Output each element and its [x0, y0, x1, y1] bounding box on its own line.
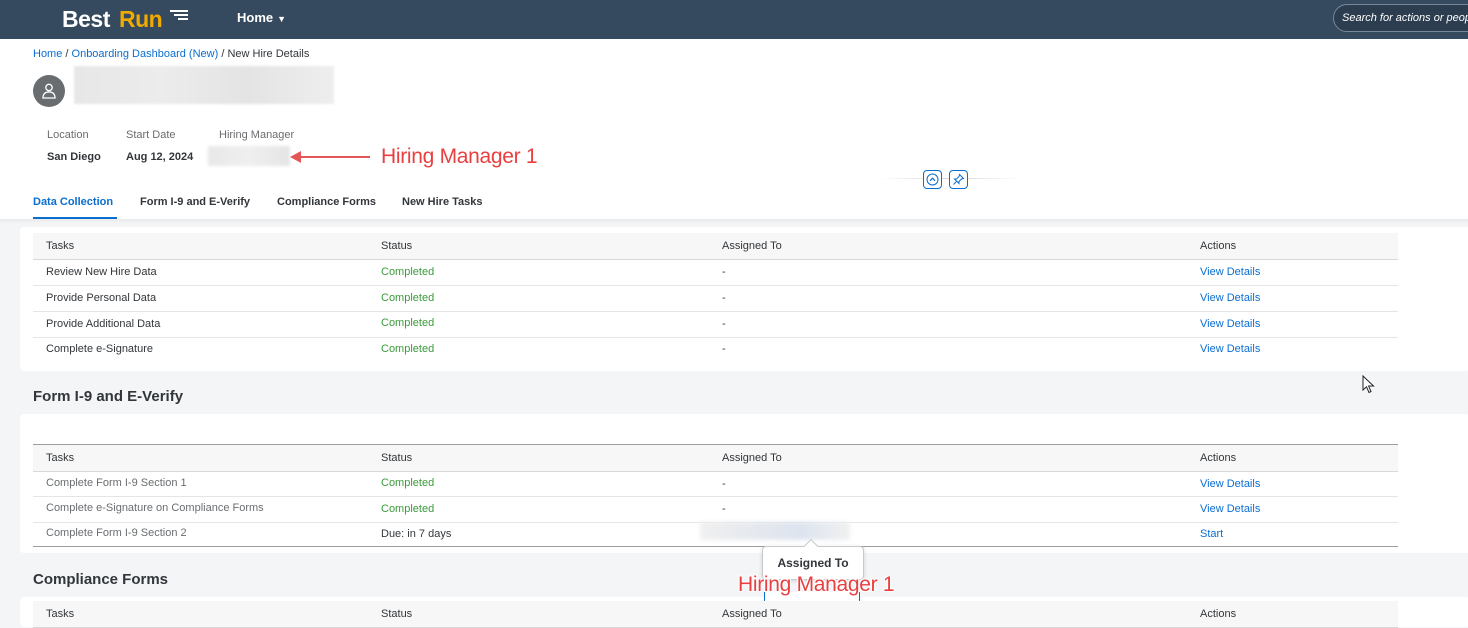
- table-row: Provide Personal Data Completed - View D…: [33, 286, 1398, 312]
- breadcrumb: Home / Onboarding Dashboard (New) / New …: [33, 48, 309, 60]
- section-title-compliance-forms: Compliance Forms: [33, 571, 169, 588]
- mouse-pointer-icon: [1362, 375, 1375, 394]
- object-page-header: Home / Onboarding Dashboard (New) / New …: [0, 39, 1468, 220]
- global-search[interactable]: [1333, 4, 1468, 32]
- task-status: Completed: [381, 477, 435, 489]
- shell-bar: Best Run Home ▼: [0, 0, 1468, 39]
- column-header-tasks: Tasks: [46, 608, 75, 620]
- pin-icon: [953, 173, 965, 185]
- breadcrumb-dashboard-link[interactable]: Onboarding Dashboard (New): [72, 48, 219, 60]
- column-header-status: Status: [381, 240, 413, 252]
- location-value: San Diego: [47, 151, 101, 163]
- header-shadow: [0, 219, 1468, 223]
- task-name: Provide Additional Data: [46, 318, 161, 330]
- task-assigned-to: -: [722, 343, 726, 355]
- table-row: Review New Hire Data Completed - View De…: [33, 260, 1398, 286]
- avatar: [33, 75, 65, 107]
- redacted-assignee[interactable]: [700, 522, 850, 540]
- column-header-status: Status: [381, 608, 413, 620]
- table-header-row: Tasks Status Assigned To Actions: [33, 233, 1398, 260]
- column-header-status: Status: [381, 452, 413, 464]
- task-status: Completed: [381, 317, 435, 329]
- start-link[interactable]: Start: [1200, 528, 1223, 540]
- pin-header-button[interactable]: [949, 170, 968, 189]
- task-assigned-to: -: [722, 503, 726, 515]
- home-menu-label: Home: [237, 10, 274, 25]
- task-assigned-to: -: [722, 478, 726, 490]
- table-header-row: Tasks Status Assigned To Actions: [33, 601, 1398, 628]
- table-row: Complete Form I-9 Section 1 Completed - …: [33, 471, 1398, 497]
- person-icon: [42, 83, 56, 99]
- view-details-link[interactable]: View Details: [1200, 292, 1260, 304]
- task-status: Completed: [381, 292, 435, 304]
- column-header-tasks: Tasks: [46, 240, 75, 252]
- column-header-actions: Actions: [1200, 240, 1237, 252]
- column-header-actions: Actions: [1200, 452, 1237, 464]
- task-assigned-to: -: [722, 318, 726, 330]
- task-name: Complete e-Signature: [46, 343, 154, 355]
- tab-compliance-forms[interactable]: Compliance Forms: [277, 196, 376, 208]
- location-label: Location: [47, 129, 89, 141]
- table-header-row: Tasks Status Assigned To Actions: [33, 444, 1398, 472]
- task-status: Completed: [381, 503, 435, 515]
- task-name: Complete Form I-9 Section 1: [46, 477, 187, 489]
- column-header-tasks: Tasks: [46, 452, 75, 464]
- column-header-assigned-to: Assigned To: [722, 452, 782, 464]
- view-details-link[interactable]: View Details: [1200, 478, 1260, 490]
- task-name: Complete Form I-9 Section 2: [46, 527, 187, 539]
- column-header-assigned-to: Assigned To: [722, 240, 782, 252]
- view-details-link[interactable]: View Details: [1200, 266, 1260, 278]
- tab-data-collection[interactable]: Data Collection: [33, 196, 113, 208]
- chevron-down-icon: ▼: [277, 14, 287, 24]
- start-date-label: Start Date: [126, 129, 176, 141]
- view-details-link[interactable]: View Details: [1200, 343, 1260, 355]
- start-date-value: Aug 12, 2024: [126, 151, 194, 163]
- table-row: Complete e-Signature on Compliance Forms…: [33, 497, 1398, 523]
- collapse-header-button[interactable]: [923, 170, 942, 189]
- annotation-arrow-line: [300, 156, 370, 158]
- logo-best-text: Best: [62, 6, 110, 32]
- tab-new-hire-tasks[interactable]: New Hire Tasks: [402, 196, 483, 208]
- home-menu-button[interactable]: Home ▼: [237, 10, 286, 25]
- breadcrumb-home-link[interactable]: Home: [33, 48, 62, 60]
- redacted-hiring-manager: [208, 146, 290, 166]
- task-name: Review New Hire Data: [46, 266, 157, 278]
- table-row: Complete e-Signature Completed - View De…: [33, 338, 1398, 363]
- tab-form-i9[interactable]: Form I-9 and E-Verify: [140, 196, 250, 208]
- view-details-link[interactable]: View Details: [1200, 503, 1260, 515]
- task-status: Completed: [381, 343, 435, 355]
- task-assigned-to: -: [722, 266, 726, 278]
- task-name: Provide Personal Data: [46, 292, 157, 304]
- task-assigned-to: -: [722, 292, 726, 304]
- breadcrumb-separator: /: [62, 48, 72, 60]
- column-header-actions: Actions: [1200, 608, 1237, 620]
- column-header-assigned-to: Assigned To: [722, 608, 782, 620]
- view-details-link[interactable]: View Details: [1200, 318, 1260, 330]
- annotation-hiring-manager: Hiring Manager 1: [381, 145, 538, 168]
- table-row: Provide Additional Data Completed - View…: [33, 312, 1398, 338]
- task-name: Complete e-Signature on Compliance Forms: [46, 502, 264, 514]
- search-input[interactable]: [1334, 5, 1468, 31]
- annotation-tooltip-hiring-manager: Hiring Manager 1: [738, 573, 895, 596]
- breadcrumb-current: New Hire Details: [227, 48, 310, 60]
- chevron-up-icon: [926, 173, 939, 186]
- section-title-form-i9: Form I-9 and E-Verify: [33, 388, 184, 405]
- hiring-manager-label: Hiring Manager: [219, 129, 295, 141]
- logo-speed-lines-icon: [170, 10, 188, 24]
- redacted-employee-name: [74, 66, 334, 104]
- task-status: Due: in 7 days: [381, 528, 452, 540]
- logo-run-text: Run: [119, 6, 163, 32]
- task-status: Completed: [381, 266, 435, 278]
- tooltip-text: Assigned To: [777, 556, 849, 570]
